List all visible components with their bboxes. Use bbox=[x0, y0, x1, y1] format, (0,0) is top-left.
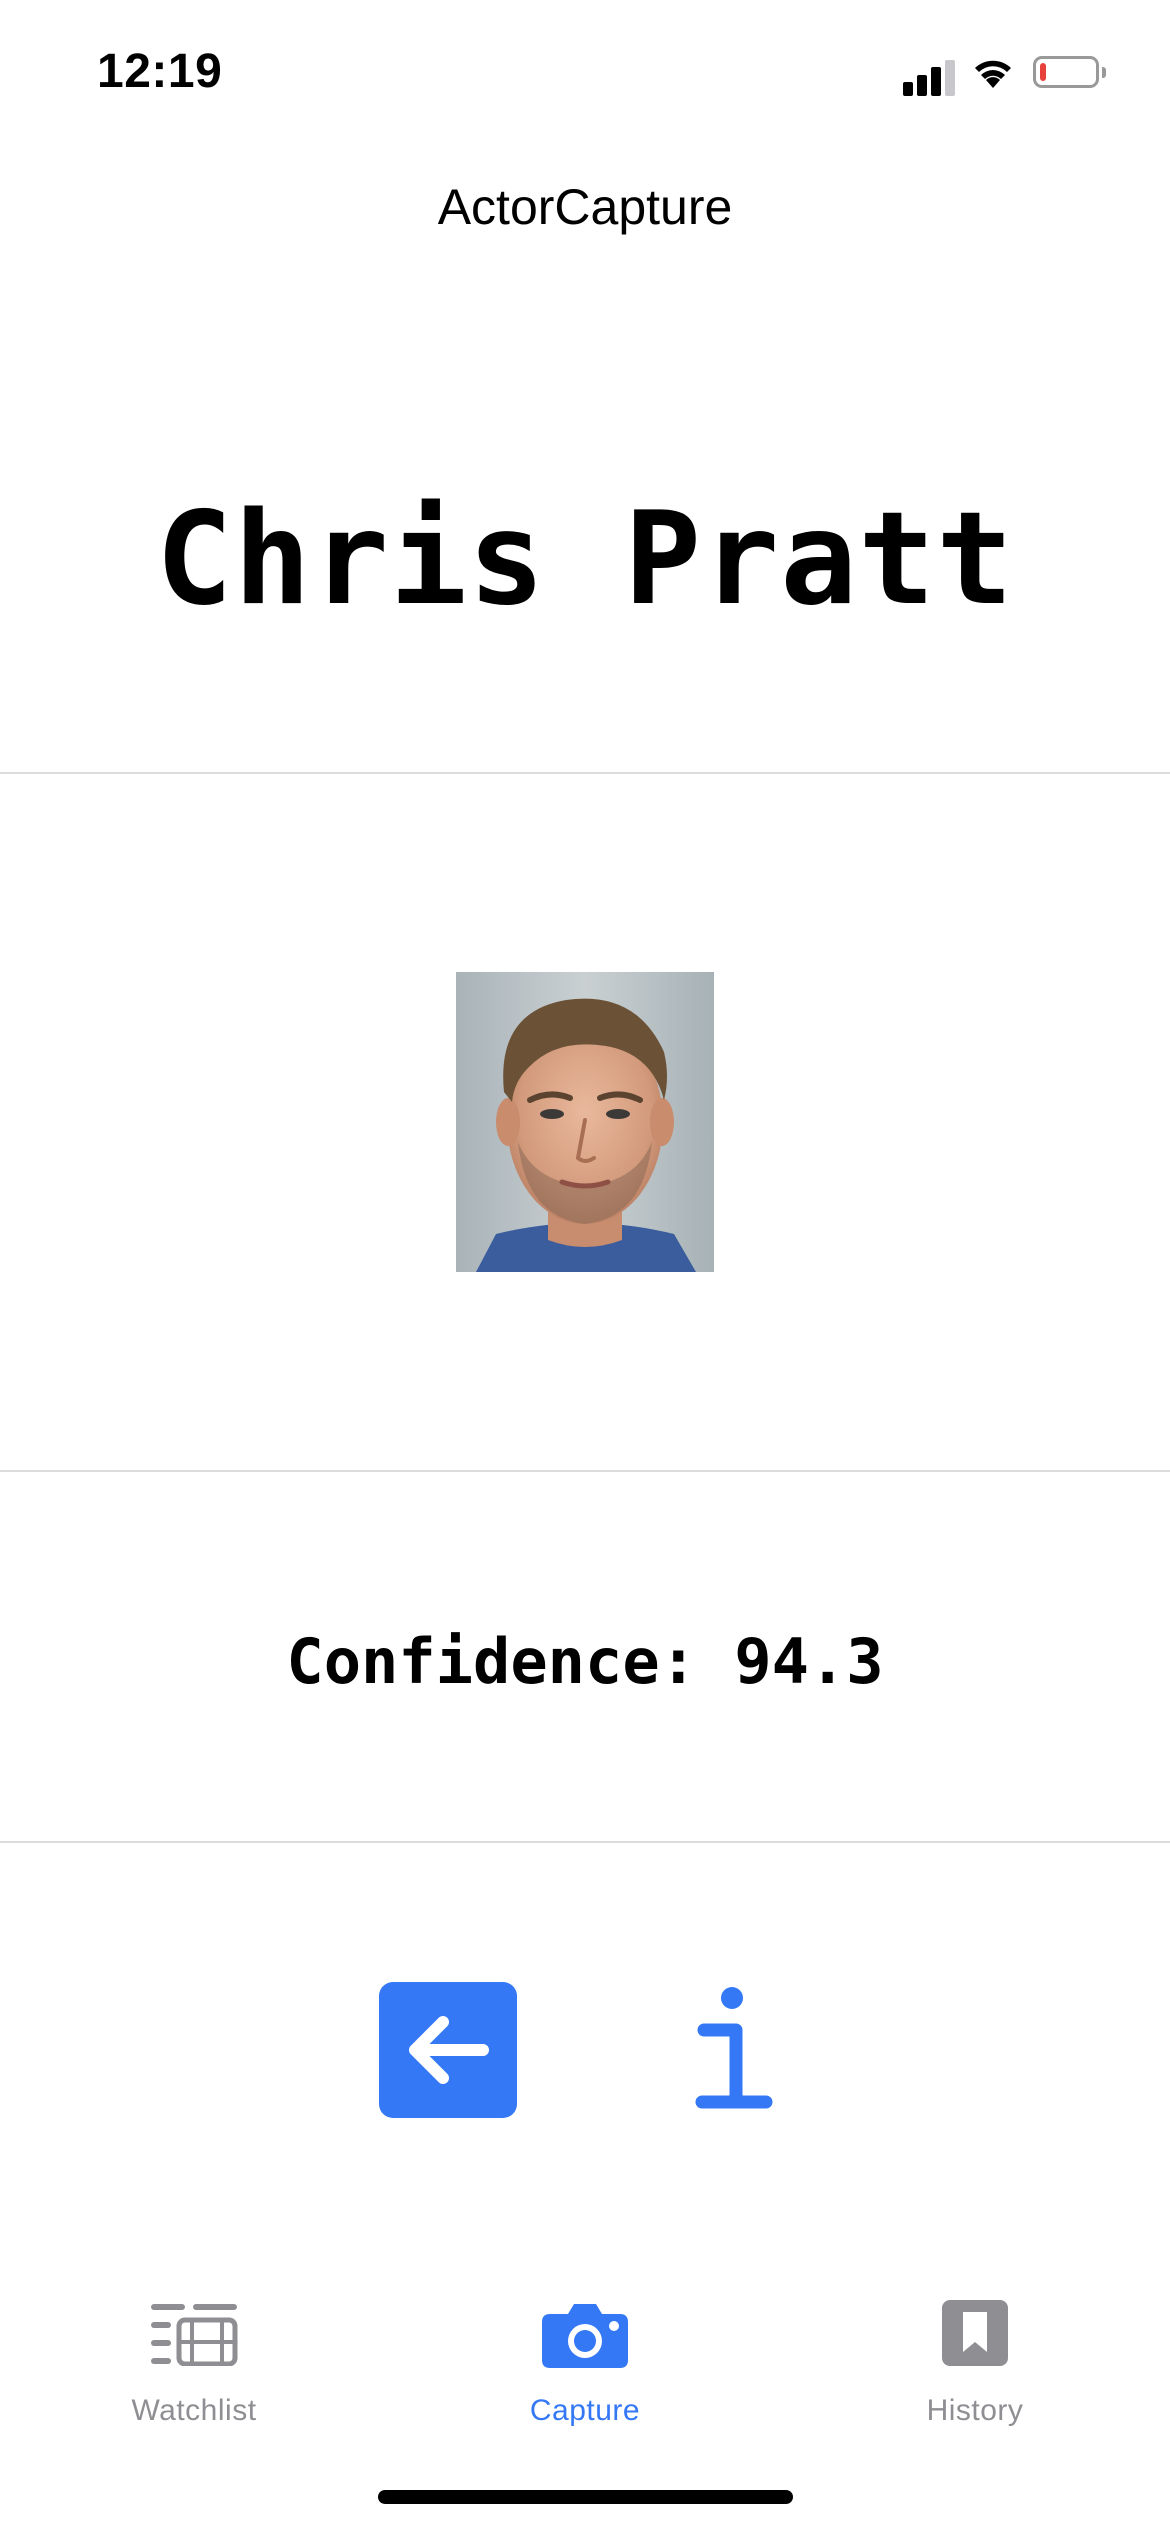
battery-level-fill bbox=[1040, 63, 1046, 81]
tab-label: Watchlist bbox=[131, 2394, 257, 2427]
confidence-score: Confidence: 94.3 bbox=[286, 1625, 884, 1698]
divider bbox=[0, 1841, 1170, 1843]
battery-cap bbox=[1102, 67, 1106, 78]
status-icons bbox=[903, 52, 1118, 96]
tab-watchlist[interactable]: Watchlist bbox=[74, 2300, 314, 2440]
page-title: ActorCapture bbox=[437, 179, 733, 235]
home-indicator[interactable] bbox=[378, 2490, 793, 2504]
tab-label: History bbox=[926, 2394, 1024, 2427]
film-list-icon bbox=[151, 2304, 238, 2366]
wifi-icon bbox=[975, 60, 1011, 88]
tab-label: Capture bbox=[529, 2394, 641, 2427]
status-time: 12:19 bbox=[97, 45, 223, 98]
camera-icon bbox=[542, 2304, 628, 2368]
info-button[interactable] bbox=[690, 1986, 774, 2114]
tab-history[interactable]: History bbox=[855, 2300, 1095, 2440]
tab-capture[interactable]: Capture bbox=[465, 2300, 705, 2440]
bookmark-icon bbox=[942, 2300, 1008, 2366]
back-button[interactable] bbox=[379, 1982, 517, 2118]
info-icon bbox=[695, 1987, 773, 2109]
battery-icon bbox=[1033, 56, 1099, 88]
divider bbox=[0, 772, 1170, 774]
arrow-left-icon bbox=[409, 2016, 489, 2084]
actor-name: Chris Pratt bbox=[155, 485, 1015, 634]
divider bbox=[0, 1470, 1170, 1472]
actor-photo bbox=[456, 972, 714, 1272]
